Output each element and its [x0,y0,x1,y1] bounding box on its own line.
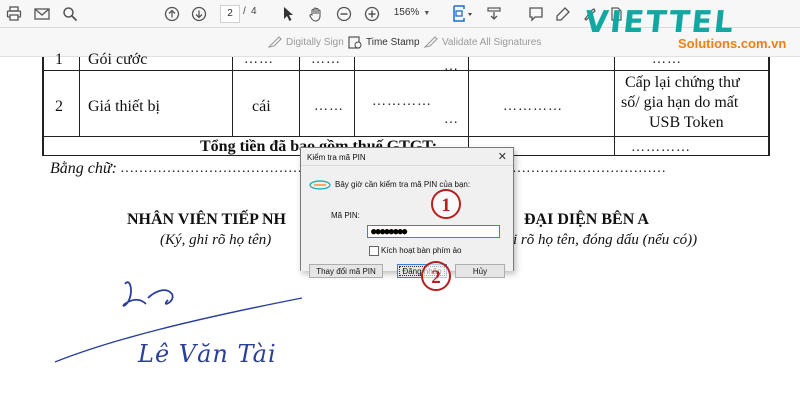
current-page-input[interactable]: 2 [220,5,240,23]
time-stamp-icon [348,36,362,49]
time-stamp-label: Time Stamp [366,37,420,48]
total-pages: 4 [251,6,257,17]
comment-icon[interactable] [526,4,546,24]
zoom-in-icon[interactable] [362,4,382,24]
pointer-icon[interactable] [278,4,298,24]
change-pin-button[interactable]: Thay đổi mã PIN [309,264,383,278]
search-icon[interactable] [60,4,80,24]
pin-dialog: Kiểm tra mã PIN ✕ Bây giờ cần kiểm tra m… [300,147,514,278]
table-border-right [768,57,770,156]
hand-icon[interactable] [306,4,326,24]
chevron-down-icon: ▼ [423,10,431,17]
print-icon[interactable] [4,4,24,24]
fit-page-icon[interactable] [450,4,476,24]
table-line [232,57,233,137]
table-cell: …… [311,52,341,67]
viettel-token-logo [309,180,331,190]
table-cell: …… [314,99,344,114]
dialog-title: Kiểm tra mã PIN [307,153,366,162]
validate-icon [424,36,438,48]
virtual-keyboard-checkbox[interactable] [369,246,379,256]
zoom-value: 156% [393,7,420,18]
step-callout-1: 1 [431,189,461,219]
validate-all-button[interactable]: Validate All Signatures [424,36,541,48]
pin-label: Mã PIN: [331,211,360,220]
digitally-sign-label: Digitally Sign [286,36,344,48]
table-cell: 2 [55,98,63,115]
right-sign-note: i rõ họ tên, đóng dấu (nếu có)) [513,232,698,248]
left-sign-title: NHÂN VIÊN TIẾP NH [127,211,286,228]
validate-all-label: Validate All Signatures [442,36,542,48]
pen-icon [268,36,282,48]
table-cell: ………… [503,99,563,114]
table-cell: ………… [372,94,432,109]
digitally-sign-button[interactable]: Digitally Sign [268,36,344,48]
table-row-line [42,70,770,71]
table-border-left [42,57,44,156]
table-cell: Giá thiết bị [88,98,160,115]
table-cell: …… [244,52,274,67]
close-icon[interactable]: ✕ [498,150,507,163]
step-callout-2: 2 [421,261,451,291]
table-cell: … [444,112,459,127]
pin-input[interactable]: ●●●●●●●● [367,225,500,238]
viettel-logo: VIETTEL [583,5,738,40]
table-row-line [42,136,770,137]
table-cell: … [444,59,459,74]
cancel-button[interactable]: Hủy [455,264,505,278]
page-separator: / [243,6,246,17]
right-sign-title: ĐẠI DIỆN BÊN A [524,211,649,228]
table-line [468,57,469,156]
time-stamp-button[interactable]: Time Stamp [348,36,420,49]
table-cell: USB Token [649,114,724,131]
dialog-message: Bây giờ cần kiểm tra mã PIN của bạn: [335,180,471,189]
page-up-icon[interactable] [162,4,182,24]
table-line [614,57,615,156]
signature-name: Lê Văn Tài [138,340,277,368]
table-line [299,57,300,137]
table-cell: Gói cước [88,51,148,68]
zoom-out-icon[interactable] [334,4,354,24]
left-sign-note: (Ký, ghi rõ họ tên) [160,232,272,248]
table-line [354,57,355,137]
table-cell: số/ gia hạn do mất [621,94,739,111]
virtual-keyboard-label: Kích hoạt bàn phím ảo [381,246,462,255]
mail-icon[interactable] [32,4,52,24]
total-value: ………… [631,140,691,155]
handwritten-signature [54,281,303,363]
scroll-icon[interactable] [484,4,504,24]
page-down-icon[interactable] [189,4,209,24]
table-line [79,57,80,137]
table-cell: 1 [55,51,63,68]
viettel-logo-domain: Solutions.com.vn [678,36,787,51]
table-cell: …… [652,52,682,67]
highlight-icon[interactable] [553,4,573,24]
dialog-body: Bây giờ cần kiểm tra mã PIN của bạn: Mã … [301,165,513,278]
table-cell: Cấp lại chứng thư [625,74,740,91]
in-words-label: Bằng chữ: [50,160,117,177]
table-cell: cái [252,98,271,115]
zoom-select[interactable]: 156% ▼ [389,5,435,21]
